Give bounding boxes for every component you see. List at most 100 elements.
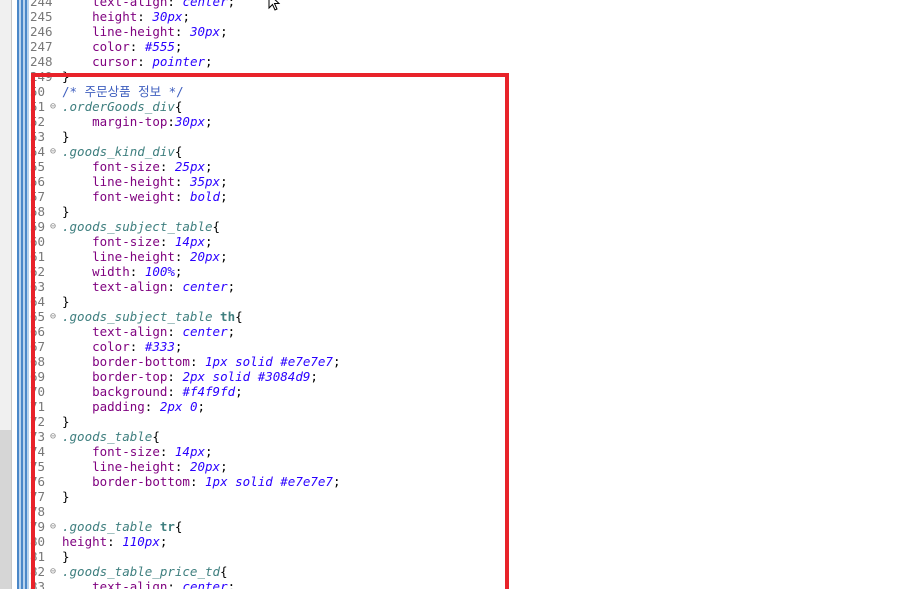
code-token: 35px [189,174,221,189]
code-line[interactable]: 64} [0,294,880,309]
code-token: border-bottom [92,354,190,369]
code-line[interactable]: 246 line-height: 30px; [0,24,880,39]
code-line[interactable]: 59 ⊖ .goods_subject_table{ [0,219,880,234]
code-token: .goods_table_price_td [62,564,221,579]
code-token: .goods_kind_div [62,144,175,159]
code-token: : [167,579,183,589]
code-line[interactable]: 54 ⊖ .goods_kind_div{ [0,144,880,159]
code-line[interactable]: 78 [0,504,880,519]
fold-toggle-icon[interactable]: ⊖ [50,564,60,579]
code-line[interactable]: 74 font-size: 14px; [0,444,880,459]
fold-toggle-icon[interactable]: ⊖ [50,429,60,444]
code-token: } [62,414,70,429]
code-text: .goods_subject_table th{ [62,309,243,324]
code-token: ; [205,54,213,69]
code-line[interactable]: 76 border-bottom: 1px solid #e7e7e7; [0,474,880,489]
code-line[interactable]: 63 text-align: center; [0,279,880,294]
code-token: } [62,294,70,309]
code-text: font-size: 25px; [62,159,212,174]
code-line[interactable]: 67 color: #333; [0,339,880,354]
code-line[interactable]: 66 text-align: center; [0,324,880,339]
code-line[interactable]: 79 ⊖ .goods_table tr{ [0,519,880,534]
code-line[interactable]: 80 height: 110px; [0,534,880,549]
code-line[interactable]: 55 font-size: 25px; [0,159,880,174]
line-number: 72 [30,414,46,429]
code-token: : [174,249,190,264]
code-token: : [167,114,175,129]
code-token: 14px [174,234,206,249]
code-line[interactable]: 248 cursor: pointer; [0,54,880,69]
code-line[interactable]: 51 ⊖ .orderGoods_div{ [0,99,880,114]
code-token: : [129,264,145,279]
code-line[interactable]: 58} [0,204,880,219]
code-token: ; [220,174,228,189]
code-line[interactable]: 57 font-weight: bold; [0,189,880,204]
code-line[interactable]: 70 background: #f4f9fd; [0,384,880,399]
code-text: padding: 2px 0; [62,399,205,414]
code-token: : [167,279,183,294]
code-line[interactable]: 65 ⊖ .goods_subject_table th{ [0,309,880,324]
code-editor[interactable]: 244 text-align: center; 245 height: 30px;… [0,0,908,589]
code-text: /* 주문상품 정보 */ [62,84,184,99]
code-token: ; [205,114,213,129]
code-line[interactable]: 50 /* 주문상품 정보 */ [0,84,880,99]
code-token: 1px solid #e7e7e7 [205,354,333,369]
code-token: line-height [92,249,175,264]
code-token: ; [205,234,213,249]
code-text: width: 100%; [62,264,182,279]
code-token: ; [174,264,183,279]
fold-toggle-icon[interactable]: ⊖ [50,99,60,114]
code-token: 2px 0 [159,399,198,414]
code-text: font-size: 14px; [62,444,213,459]
code-line[interactable]: 245 height: 30px; [0,9,880,24]
code-line[interactable]: 249} [0,69,880,84]
fold-toggle-icon[interactable]: ⊖ [50,144,60,159]
code-line[interactable]: 247 color: #555; [0,39,880,54]
line-number: 83 [30,579,46,589]
code-token: 110px [122,534,160,549]
code-text: } [62,204,70,219]
code-line[interactable]: 69 border-top: 2px solid #3084d9; [0,369,880,384]
code-text: .goods_table_price_td{ [62,564,228,579]
code-text: color: #555; [62,39,182,54]
fold-toggle-icon[interactable]: ⊖ [50,219,60,234]
fold-toggle-icon[interactable]: ⊖ [50,519,60,534]
code-text: text-align: center; [62,279,235,294]
code-line[interactable]: 60 font-size: 14px; [0,234,880,249]
line-number: 244 [30,0,53,9]
code-token: font-weight [92,189,175,204]
code-token: { [152,429,160,444]
code-token: ; [159,534,168,549]
line-number: 81 [30,549,46,564]
fold-toggle-icon[interactable]: ⊖ [50,309,60,324]
code-line[interactable]: 56 line-height: 35px; [0,174,880,189]
code-line[interactable]: 53} [0,129,880,144]
code-line[interactable]: 61 line-height: 20px; [0,249,880,264]
code-token: : [129,339,145,354]
code-token: ; [205,444,213,459]
line-number: 75 [30,459,46,474]
code-token: : [167,369,183,384]
code-line[interactable]: 73 ⊖ .goods_table{ [0,429,880,444]
code-line[interactable]: 83 text-align: center; [0,579,880,589]
code-line[interactable]: 77} [0,489,880,504]
code-line[interactable]: 71 padding: 2px 0; [0,399,880,414]
code-line[interactable]: 75 line-height: 20px; [0,459,880,474]
code-line[interactable]: 62 width: 100%; [0,264,880,279]
code-line[interactable]: 82 ⊖ .goods_table_price_td{ [0,564,880,579]
code-line[interactable]: 244 text-align: center; [0,0,880,9]
code-token: : [159,159,175,174]
code-token: border-top [92,369,168,384]
code-token: ; [227,579,236,589]
code-line[interactable]: 68 border-bottom: 1px solid #e7e7e7; [0,354,880,369]
code-text: } [62,489,70,504]
code-line[interactable]: 52 margin-top:30px; [0,114,880,129]
code-token: line-height [92,459,175,474]
code-line[interactable]: 81} [0,549,880,564]
code-line[interactable]: 72} [0,414,880,429]
